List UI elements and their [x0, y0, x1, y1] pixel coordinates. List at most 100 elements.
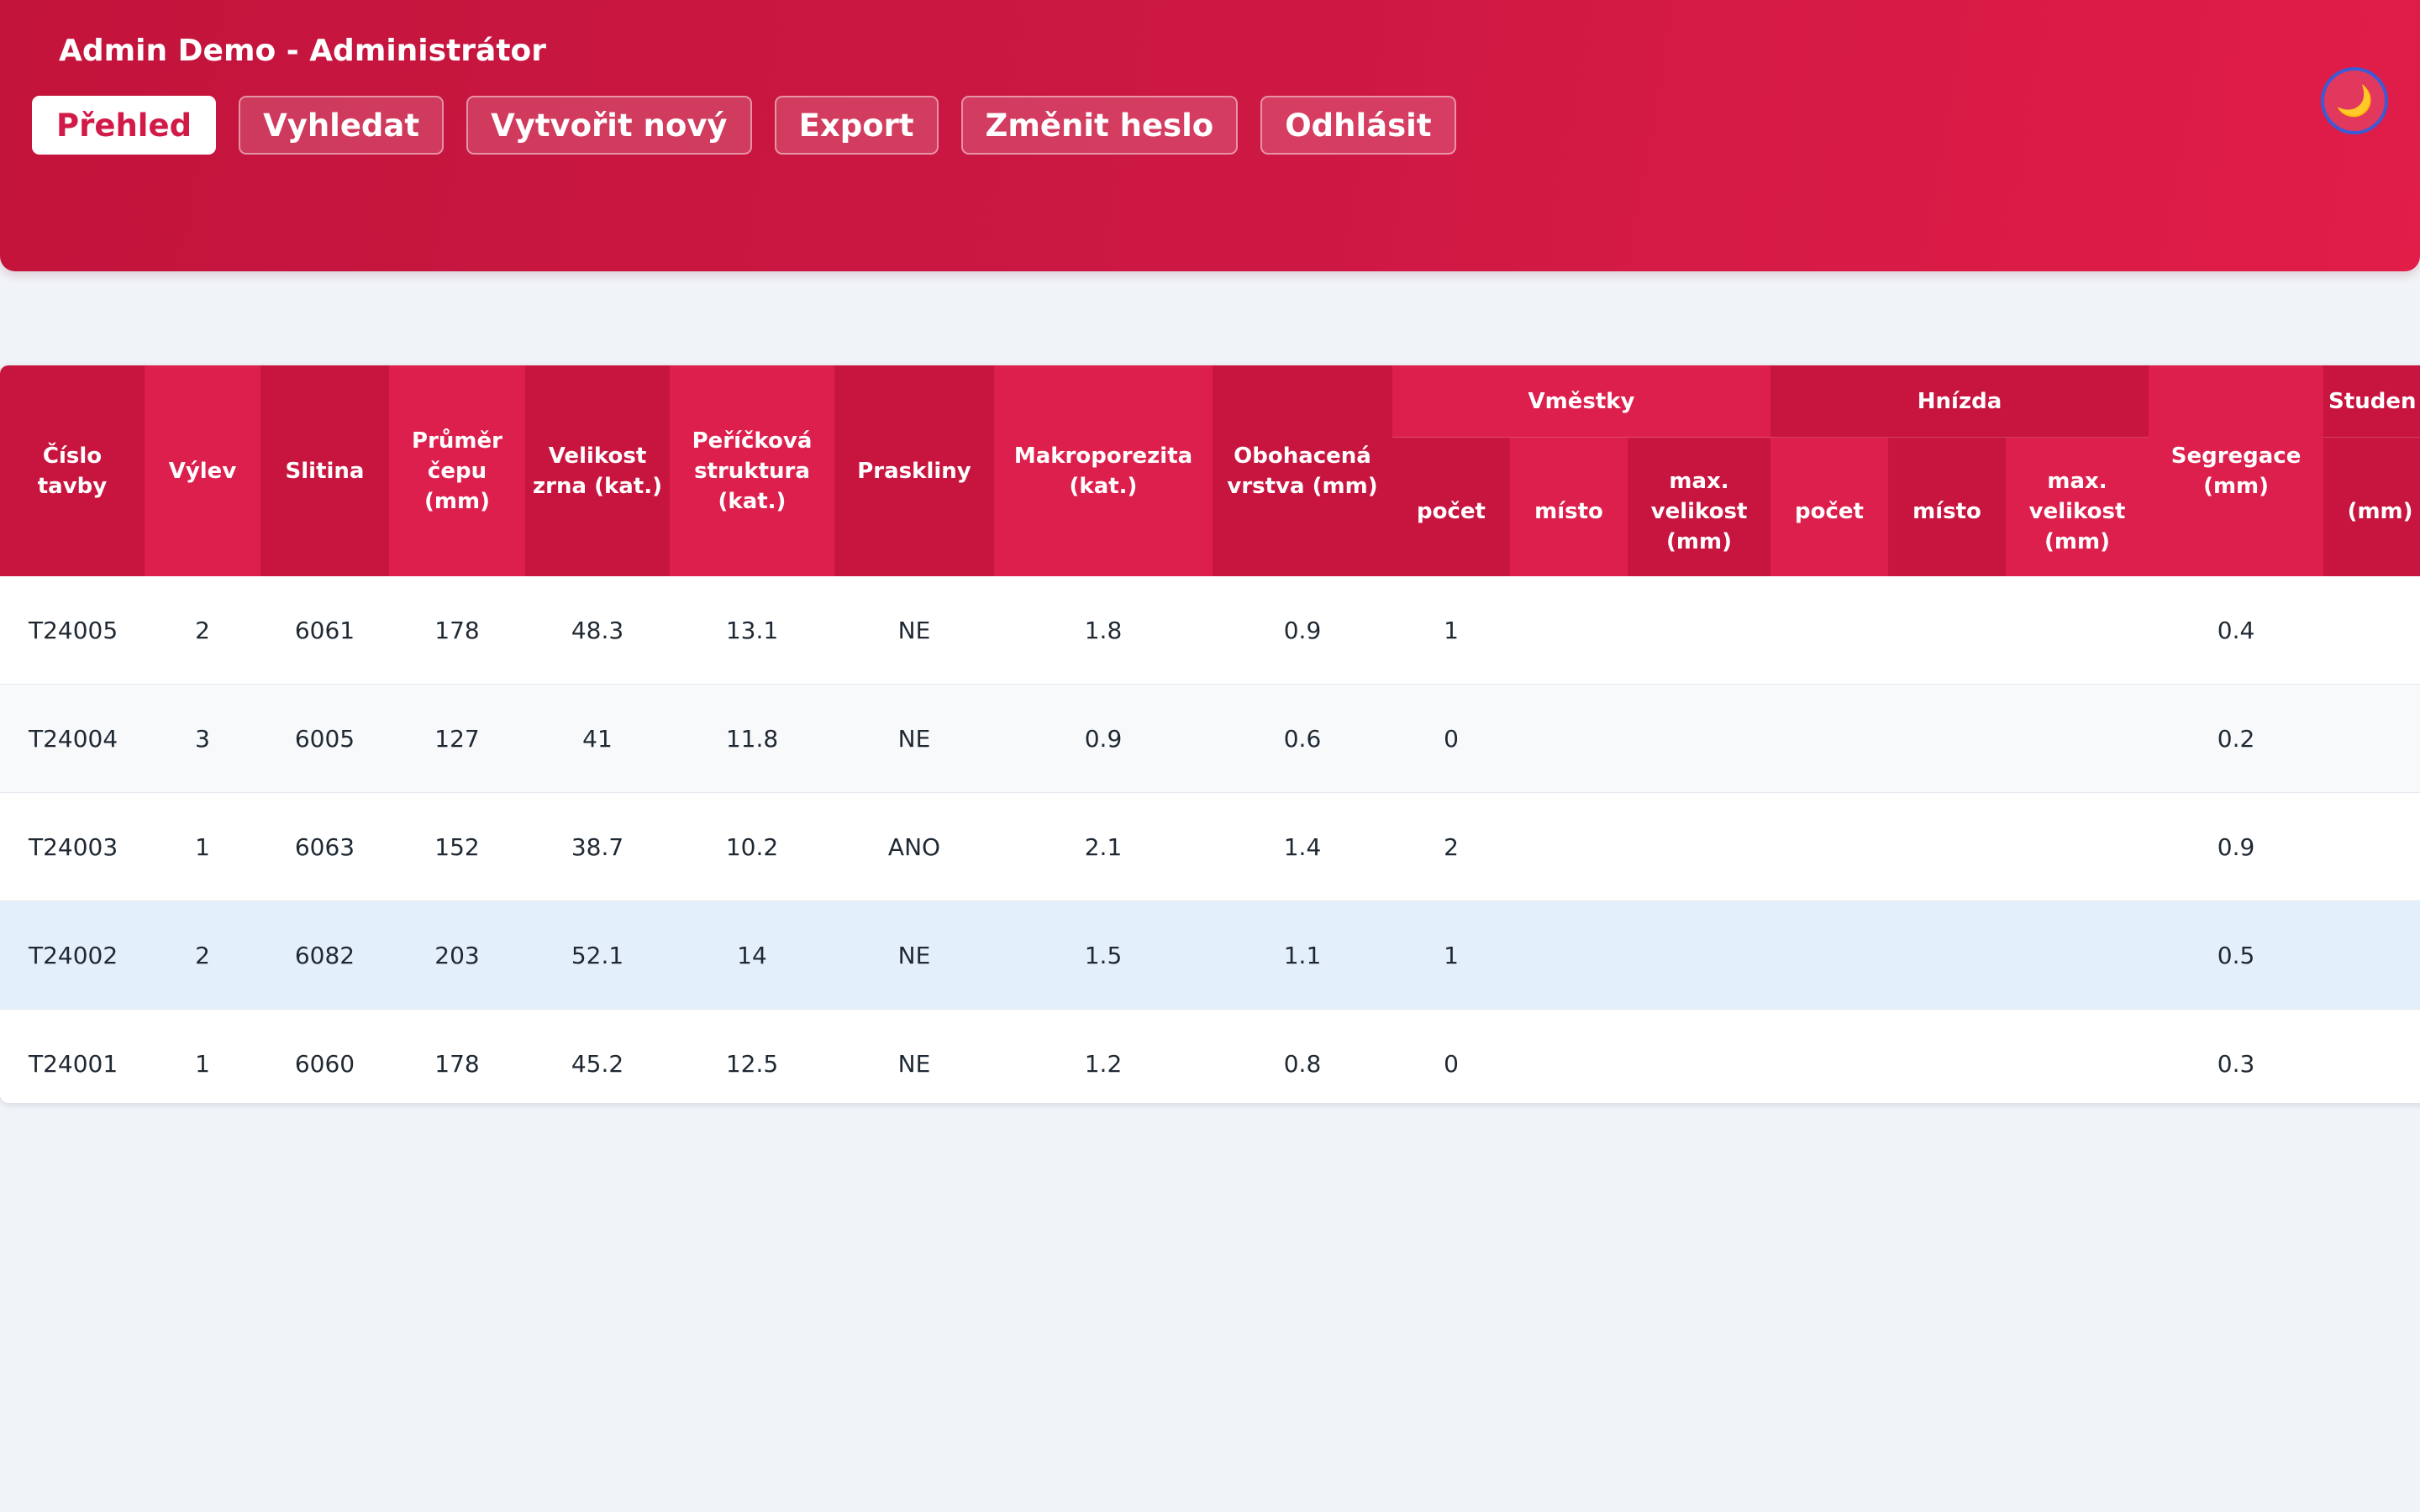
- cell-hnizda-misto: [1888, 576, 2006, 685]
- cell-hnizda-max-velikost: [2006, 1009, 2149, 1103]
- cell-segregace: 0.2: [2149, 684, 2324, 793]
- table-row[interactable]: T24002 2 6082 203 52.1 14 NE 1.5 1.1 1 0.5: [0, 900, 2420, 1010]
- cell-vmestky-pocet: 2: [1392, 792, 1510, 901]
- cell-praskliny: NE: [834, 1009, 994, 1103]
- cell-vmestky-max-velikost: [1628, 1009, 1771, 1103]
- table-row[interactable]: T24005 2 6061 178 48.3 13.1 NE 1.8 0.9 1 0.4: [0, 576, 2420, 685]
- cell-velikost-zrna: 52.1: [525, 900, 670, 1010]
- cell-cislo-tavby: T24001: [0, 1009, 145, 1103]
- col-vmestky-pocet[interactable]: počet: [1392, 437, 1510, 576]
- cell-vmestky-pocet: 1: [1392, 900, 1510, 1010]
- cell-slitina: 6061: [294, 616, 355, 644]
- cell-segregace: 0.9: [2149, 792, 2324, 901]
- cell-vylev: 2: [145, 900, 260, 1010]
- cell-obohacena-vrstva: 0.6: [1213, 684, 1392, 793]
- cell-slitina: 6082: [260, 900, 389, 1010]
- cell-prumer-cepu: 127: [389, 684, 525, 793]
- cell-prumer-cepu: 178: [389, 1009, 525, 1103]
- cell-hnizda-max-velikost: [2006, 900, 2149, 1010]
- col-slitina[interactable]: Slitina: [260, 365, 389, 576]
- theme-toggle-button[interactable]: 🌙: [2321, 67, 2388, 134]
- cell-vmestky-misto: [1510, 900, 1628, 1010]
- col-hnizda-pocet[interactable]: počet: [1770, 437, 1889, 576]
- table-body: T24005 2 6061 178 48.3 13.1 NE 1.8 0.9 1 0.4 T24004…: [0, 576, 2420, 1103]
- cell-praskliny: ANO: [834, 792, 994, 901]
- cell-segregace: 0.3: [2149, 1009, 2324, 1103]
- nav-vytvorit-novy-button[interactable]: Vytvořit nový: [466, 96, 752, 155]
- nav-prehled-button[interactable]: Přehled: [32, 96, 217, 155]
- cell-praskliny: NE: [834, 900, 994, 1010]
- cell-velikost-zrna: 38.7: [525, 792, 670, 901]
- col-studene-mm[interactable]: (mm): [2323, 437, 2420, 576]
- cell-slitina: 6060: [260, 1009, 389, 1103]
- cell-vmestky-max-velikost: [1628, 684, 1771, 793]
- col-praskliny[interactable]: Praskliny: [834, 365, 994, 576]
- cell-vmestky-misto: [1510, 576, 1628, 685]
- cell-perickova-struktura: 12.5: [670, 1009, 834, 1103]
- table-row[interactable]: T24004 3 6005 127 41 11.8 NE 0.9 0.6 0 0.2: [0, 684, 2420, 793]
- cell-hnizda-max-velikost: [2006, 684, 2149, 793]
- col-hnizda-max-velikost[interactable]: max. velikost (mm): [2006, 437, 2149, 576]
- col-perickova-struktura[interactable]: Peříčková struktura (kat.): [670, 365, 834, 576]
- cell-hnizda-pocet: [1770, 1009, 1889, 1103]
- cell-perickova-struktura: 13.1: [725, 616, 779, 644]
- cell-hnizda-pocet: [1770, 900, 1889, 1010]
- col-cislo-tavby[interactable]: Číslo tavby: [0, 365, 145, 576]
- cell-cislo-tavby: T24004: [0, 684, 145, 793]
- cell-hnizda-misto: [1888, 792, 2007, 901]
- cell-makroporezita: 1.5: [994, 900, 1213, 1010]
- cell-prumer-cepu: 178: [434, 616, 480, 644]
- cell-cislo-tavby: T24002: [0, 900, 145, 1010]
- col-vmestky-misto[interactable]: místo: [1510, 437, 1628, 576]
- col-velikost-zrna[interactable]: Velikost zrna (kat.): [525, 365, 670, 576]
- cell-praskliny: NE: [897, 616, 931, 644]
- col-group-studene: Studen: [2323, 365, 2420, 438]
- table-row[interactable]: T24001 1 6060 178 45.2 12.5 NE 1.2 0.8 0 0.3: [0, 1009, 2420, 1103]
- col-prumer-cepu[interactable]: Průměr čepu (mm): [389, 365, 525, 576]
- cell-vylev: 1: [145, 792, 260, 901]
- cell-vylev: 1: [145, 1009, 260, 1103]
- col-segregace[interactable]: Segregace (mm): [2149, 365, 2324, 576]
- col-group-hnizda: Hnízda: [1770, 365, 2149, 438]
- col-makroporezita[interactable]: Makroporezita (kat.): [994, 365, 1213, 576]
- cell-vmestky-pocet: 1: [1444, 616, 1459, 644]
- cell-makroporezita: 1.2: [994, 1009, 1213, 1103]
- cell-obohacena-vrstva: 0.8: [1213, 1009, 1392, 1103]
- moon-icon: 🌙: [2335, 84, 2374, 118]
- col-group-vmestky: Vměstky: [1392, 365, 1771, 438]
- cell-vmestky-misto: [1510, 1009, 1628, 1103]
- col-obohacena-vrstva[interactable]: Obohacená vrstva (mm): [1213, 365, 1392, 576]
- cell-vmestky-max-velikost: [1628, 576, 1770, 685]
- cell-perickova-struktura: 10.2: [670, 792, 834, 901]
- cell-vmestky-pocet: 0: [1392, 1009, 1510, 1103]
- cell-hnizda-pocet: [1770, 792, 1889, 901]
- cell-slitina: 6063: [260, 792, 389, 901]
- col-vmestky-max-velikost[interactable]: max. velikost (mm): [1628, 437, 1771, 576]
- cell-obohacena-vrstva: 1.4: [1213, 792, 1392, 901]
- data-table-card: Číslo tavby Výlev Slitina Průměr čepu (m…: [0, 365, 2420, 1103]
- cell-hnizda-pocet: [1770, 576, 1888, 685]
- cell-vmestky-misto: [1510, 684, 1628, 793]
- app-header: Admin Demo - Administrátor Přehled Vyhle…: [0, 0, 2420, 271]
- nav-export-button[interactable]: Export: [774, 96, 939, 155]
- cell-obohacena-vrstva: 0.9: [1283, 616, 1322, 644]
- col-vylev[interactable]: Výlev: [145, 365, 260, 576]
- cell-praskliny: NE: [834, 684, 994, 793]
- cell-vmestky-max-velikost: [1628, 792, 1771, 901]
- col-hnizda-misto[interactable]: místo: [1888, 437, 2007, 576]
- cell-slitina: 6005: [260, 684, 389, 793]
- cell-velikost-zrna: 41: [525, 684, 670, 793]
- main-nav: Přehled Vyhledat Vytvořit nový Export Zm…: [32, 96, 1456, 155]
- cell-prumer-cepu: 152: [389, 792, 525, 901]
- nav-vyhledat-button[interactable]: Vyhledat: [239, 96, 445, 155]
- cell-segregace: 0.4: [2217, 616, 2255, 644]
- nav-odhlasit-button[interactable]: Odhlásit: [1260, 96, 1456, 155]
- cell-makroporezita: 1.8: [1084, 616, 1123, 644]
- table-row[interactable]: T24003 1 6063 152 38.7 10.2 ANO 2.1 1.4 2 0.9: [0, 792, 2420, 901]
- cell-vmestky-max-velikost: [1628, 900, 1771, 1010]
- cell-cislo-tavby: T24005: [29, 616, 118, 644]
- nav-zmenit-heslo-button[interactable]: Změnit heslo: [960, 96, 1239, 155]
- cell-perickova-struktura: 11.8: [670, 684, 834, 793]
- cell-makroporezita: 2.1: [994, 792, 1213, 901]
- cell-studene-mm: [2323, 576, 2420, 685]
